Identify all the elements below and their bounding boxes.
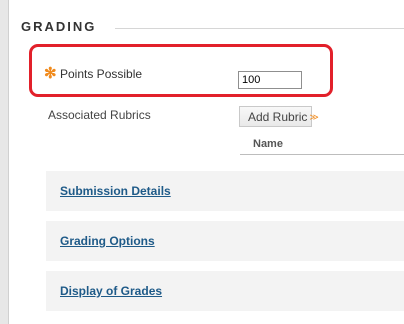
required-asterisk-icon: ✻: [44, 65, 57, 82]
display-of-grades-link[interactable]: Display of Grades: [60, 284, 162, 298]
section-title: GRADING: [21, 19, 97, 34]
points-possible-label: Points Possible: [60, 67, 143, 81]
submission-details-section[interactable]: Submission Details: [46, 171, 404, 211]
add-rubric-label: Add Rubric: [248, 110, 308, 124]
submission-details-link[interactable]: Submission Details: [60, 184, 171, 198]
grading-options-section[interactable]: Grading Options: [46, 221, 404, 261]
grading-options-link[interactable]: Grading Options: [60, 234, 155, 248]
chevron-down-icon: ≫: [309, 112, 319, 122]
section-divider: [115, 28, 404, 29]
display-of-grades-section[interactable]: Display of Grades: [46, 271, 404, 311]
add-rubric-button[interactable]: Add Rubric ≫: [239, 106, 319, 127]
rubric-column-name[interactable]: Name: [253, 138, 283, 150]
points-possible-input[interactable]: [238, 71, 302, 89]
associated-rubrics-label: Associated Rubrics: [48, 108, 151, 122]
rubric-table-header: Name: [240, 131, 404, 155]
